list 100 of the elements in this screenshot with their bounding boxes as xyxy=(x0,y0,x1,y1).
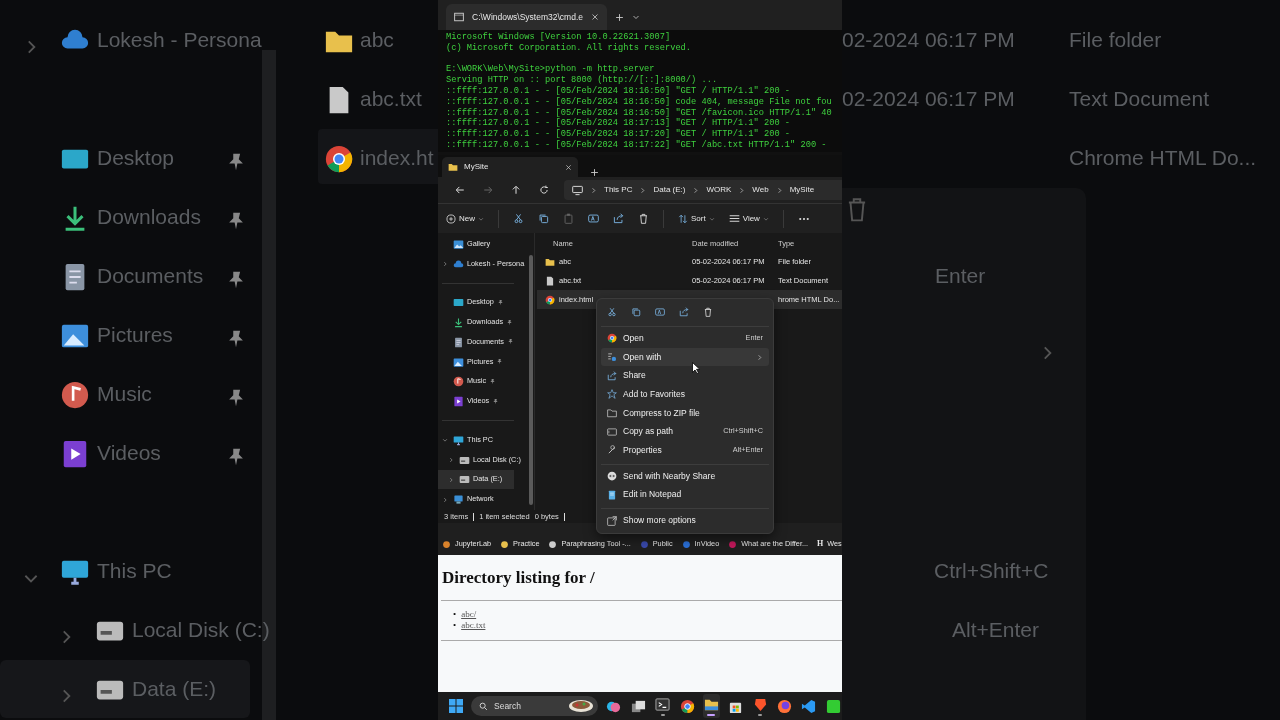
pin-icon xyxy=(506,338,514,346)
file-icon xyxy=(545,275,555,286)
bullet: • xyxy=(453,620,457,631)
bookmark-favicon-icon xyxy=(500,540,510,550)
date-text: 02-2024 06:17 PM xyxy=(842,86,1015,112)
close-icon[interactable] xyxy=(591,13,599,21)
terminal-line: ::ffff:127.0.0.1 - - [05/Feb/2024 18:16:50] code 404, message File not fou xyxy=(445,96,833,108)
code-editor-icon xyxy=(801,698,817,714)
wrench-icon xyxy=(607,445,617,456)
menu-item[interactable]: Add to Favorites xyxy=(601,385,769,404)
terminal-icon xyxy=(454,12,464,22)
date-text: 02-2024 06:17 PM xyxy=(842,27,1015,53)
network-icon xyxy=(453,494,464,505)
search-field[interactable]: Search xyxy=(471,696,599,716)
music-icon xyxy=(60,380,90,411)
bookmark-favicon-icon xyxy=(728,540,738,550)
share-icon[interactable] xyxy=(613,213,624,224)
file-link[interactable]: abc.txt xyxy=(461,620,486,631)
cut-icon[interactable] xyxy=(513,213,524,224)
view-button[interactable]: View xyxy=(728,212,769,225)
desktop-icon xyxy=(453,297,464,309)
start-icon[interactable] xyxy=(448,698,464,714)
terminal-line: E:\WORK\Web\MySite>python -m http.server xyxy=(445,64,656,75)
type-text: Text Document xyxy=(1069,86,1210,112)
breadcrumb-item[interactable]: This PC xyxy=(604,184,633,196)
menu-item[interactable]: Compress to ZIP file xyxy=(601,403,769,423)
bookmark-favicon-icon xyxy=(639,540,649,550)
terminal-line: ::ffff:127.0.0.1 - - [05/Feb/2024 18:17:20] "GET / HTTP/1.1" 200 - xyxy=(445,129,792,140)
share-icon[interactable] xyxy=(679,307,689,317)
pin-icon xyxy=(506,318,514,326)
menu-item[interactable]: Open with xyxy=(601,347,769,367)
computer-icon xyxy=(453,434,464,446)
menu-item[interactable]: Edit in Notepad xyxy=(601,485,769,505)
browser-icon xyxy=(607,333,617,344)
add-tab-icon[interactable] xyxy=(590,168,599,177)
page-heading: Directory listing for / xyxy=(442,568,596,589)
type-text: File folder xyxy=(1069,27,1162,53)
new-button[interactable]: New xyxy=(446,212,484,225)
shortcut-text: Alt+Enter xyxy=(952,617,1039,643)
breadcrumb-item[interactable]: MySite xyxy=(789,184,815,196)
breadcrumb-item[interactable]: Data (E:) xyxy=(653,184,686,196)
breadcrumb-item[interactable]: WORK xyxy=(706,184,732,196)
browser-icon xyxy=(545,294,555,305)
task-view-icon xyxy=(630,698,646,714)
pin-icon xyxy=(492,397,500,405)
copy-icon[interactable] xyxy=(631,307,641,317)
rename-icon[interactable] xyxy=(588,213,599,224)
file-link[interactable]: abc/ xyxy=(461,609,477,620)
up-icon[interactable] xyxy=(511,185,521,195)
close-icon[interactable] xyxy=(565,163,572,171)
menu-item[interactable]: Share xyxy=(601,366,769,386)
menu-item[interactable]: Send with Nearby Share xyxy=(601,466,769,486)
chevron-down-icon xyxy=(632,13,640,21)
add-tab-icon[interactable] xyxy=(615,12,624,22)
taskbar-app[interactable] xyxy=(702,694,721,718)
browser-icon xyxy=(324,144,354,175)
bookmark-favicon-icon xyxy=(442,540,451,550)
menu-item[interactable]: Show more options xyxy=(601,511,769,530)
bookmark-favicon-icon xyxy=(681,540,691,550)
bullet: • xyxy=(453,609,457,620)
chevron-right-icon xyxy=(448,457,454,464)
rename-icon[interactable] xyxy=(655,307,665,317)
copy-icon[interactable] xyxy=(538,213,549,224)
terminal-line: ::ffff:127.0.0.1 - - [05/Feb/2024 18:17:13] "GET / HTTP/1.1" 200 - xyxy=(445,118,792,129)
notepad-icon xyxy=(607,489,617,500)
pin-icon xyxy=(496,358,504,366)
terminal-line: (c) Microsoft Corporation. All rights reserved. xyxy=(445,42,693,54)
sort-button[interactable]: Sort xyxy=(678,212,715,225)
folder-icon xyxy=(448,162,458,172)
delete-icon[interactable] xyxy=(703,307,713,317)
search-icon xyxy=(479,701,488,711)
address-bar[interactable]: This PC Data (E:) WORK Web MySite xyxy=(564,180,842,200)
share-icon xyxy=(607,370,617,381)
back-icon[interactable] xyxy=(455,185,465,195)
chevron-right-icon xyxy=(442,496,448,503)
list-view-icon xyxy=(728,213,740,224)
explorer-tab[interactable]: MySite xyxy=(442,157,578,177)
pictures-icon xyxy=(453,356,464,368)
music-icon xyxy=(453,376,464,388)
terminal-line: Serving HTTP on :: port 8000 (http://[::]:8000/) ... xyxy=(445,75,719,86)
terminal-tab[interactable]: C:\Windows\System32\cmd.e xyxy=(446,4,607,30)
zip-folder-icon xyxy=(607,408,617,419)
chevron-down-icon xyxy=(478,215,484,222)
sort-icon xyxy=(678,213,688,224)
delete-icon[interactable] xyxy=(638,213,649,224)
breadcrumb-item[interactable]: Web xyxy=(752,184,769,196)
app-icon xyxy=(825,698,841,714)
chevron-right-icon xyxy=(775,186,783,194)
gallery-icon xyxy=(453,238,464,250)
chevron-right-icon xyxy=(590,186,597,194)
open-with-icon xyxy=(607,352,617,363)
terminal-line: ::ffff:127.0.0.1 - - [05/Feb/2024 18:16:50] "GET / HTTP/1.1" 200 - xyxy=(445,86,792,97)
cut-icon[interactable] xyxy=(607,307,617,317)
path-icon xyxy=(607,426,617,437)
pin-icon xyxy=(489,377,497,385)
refresh-icon[interactable] xyxy=(539,185,549,195)
browser-icon xyxy=(679,698,695,714)
drive-icon xyxy=(459,454,470,466)
chevron-down-icon xyxy=(708,215,715,222)
star-icon xyxy=(607,389,617,400)
